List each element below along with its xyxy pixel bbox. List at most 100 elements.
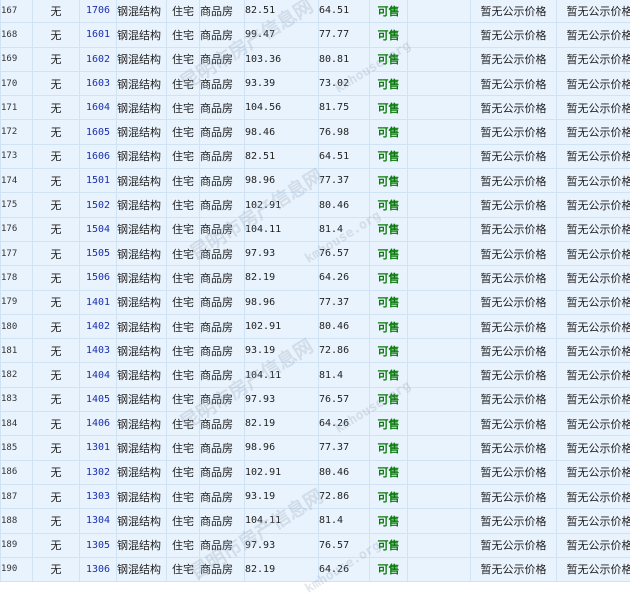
room-link[interactable]: 1502	[86, 200, 110, 211]
room-number-link[interactable]: 1501	[80, 169, 116, 193]
house-type-cell: 商品房	[200, 71, 244, 96]
attachment-cell: 无	[33, 266, 79, 290]
room-number-link[interactable]: 1305	[80, 533, 116, 557]
room-link[interactable]: 1306	[86, 564, 110, 575]
table-row: 185 无 1301 钢混结构 住宅 商品房 98.96 77.37 可售 暂无公示价格 暂无公示价…	[1, 436, 630, 460]
blank-cell	[408, 217, 470, 241]
room-link[interactable]: 1402	[86, 321, 110, 332]
room-number-link[interactable]: 1502	[80, 193, 116, 217]
room-link[interactable]: 1304	[86, 515, 110, 526]
row-number: 182	[1, 363, 32, 387]
floor-area-cell: 99.47	[245, 23, 318, 47]
row-number: 169	[1, 47, 32, 71]
room-link[interactable]: 1302	[86, 467, 110, 478]
room-number-link[interactable]: 1405	[80, 387, 116, 412]
usage-cell: 住宅	[167, 339, 199, 363]
blank-cell	[408, 557, 470, 582]
room-number-link[interactable]: 1601	[80, 23, 116, 47]
blank-cell	[408, 193, 470, 217]
room-link[interactable]: 1505	[86, 248, 110, 259]
room-link[interactable]: 1405	[86, 394, 110, 405]
sale-status-cell: 可售	[370, 241, 407, 266]
room-number-link[interactable]: 1604	[80, 96, 116, 120]
room-number-link[interactable]: 1302	[80, 460, 116, 484]
row-number: 188	[1, 509, 32, 533]
room-number-link[interactable]: 1706	[80, 0, 116, 23]
attachment-cell: 无	[33, 339, 79, 363]
room-link[interactable]: 1301	[86, 442, 110, 453]
attachment-cell: 无	[33, 96, 79, 120]
room-link[interactable]: 1401	[86, 297, 110, 308]
room-link[interactable]: 1506	[86, 272, 110, 283]
unit-price-cell: 暂无公示价格	[557, 484, 630, 509]
room-number-link[interactable]: 1401	[80, 290, 116, 314]
room-link[interactable]: 1606	[86, 151, 110, 162]
room-link[interactable]: 1403	[86, 345, 110, 356]
room-number-link[interactable]: 1301	[80, 436, 116, 460]
room-number-link[interactable]: 1303	[80, 484, 116, 509]
room-link[interactable]: 1605	[86, 127, 110, 138]
room-number-link[interactable]: 1505	[80, 241, 116, 266]
price-cell: 暂无公示价格	[471, 387, 556, 412]
room-number-link[interactable]: 1402	[80, 314, 116, 339]
price-cell: 暂无公示价格	[471, 290, 556, 314]
attachment-cell: 无	[33, 0, 79, 23]
room-number-link[interactable]: 1304	[80, 509, 116, 533]
attachment-cell: 无	[33, 412, 79, 436]
inner-area-cell: 77.37	[319, 169, 369, 193]
room-number-link[interactable]: 1606	[80, 144, 116, 169]
room-link[interactable]: 1404	[86, 370, 110, 381]
room-link[interactable]: 1706	[86, 5, 110, 16]
room-link[interactable]: 1601	[86, 29, 110, 40]
inner-area-cell: 80.81	[319, 47, 369, 71]
attachment-cell: 无	[33, 241, 79, 266]
room-link[interactable]: 1303	[86, 491, 110, 502]
room-number-link[interactable]: 1605	[80, 120, 116, 144]
room-link[interactable]: 1504	[86, 224, 110, 235]
room-number-link[interactable]: 1603	[80, 71, 116, 96]
attachment-cell: 无	[33, 144, 79, 169]
table-row: 184 无 1406 钢混结构 住宅 商品房 82.19 64.26 可售 暂无公示价格 暂无公示价…	[1, 412, 630, 436]
house-type-cell: 商品房	[200, 96, 244, 120]
usage-cell: 住宅	[167, 509, 199, 533]
room-number-link[interactable]: 1306	[80, 557, 116, 582]
inner-area-cell: 80.46	[319, 193, 369, 217]
attachment-cell: 无	[33, 436, 79, 460]
table-row: 189 无 1305 钢混结构 住宅 商品房 97.93 76.57 可售 暂无公示价格 暂无公示价…	[1, 533, 630, 557]
room-link[interactable]: 1305	[86, 540, 110, 551]
floor-area-cell: 98.96	[245, 290, 318, 314]
room-link[interactable]: 1604	[86, 102, 110, 113]
usage-cell: 住宅	[167, 193, 199, 217]
structure-cell: 钢混结构	[117, 169, 166, 193]
room-link[interactable]: 1602	[86, 54, 110, 65]
sale-status-cell: 可售	[370, 144, 407, 169]
floor-area-cell: 104.56	[245, 96, 318, 120]
price-cell: 暂无公示价格	[471, 484, 556, 509]
room-link[interactable]: 1501	[86, 175, 110, 186]
room-number-link[interactable]: 1602	[80, 47, 116, 71]
usage-cell: 住宅	[167, 363, 199, 387]
unit-price-cell: 暂无公示价格	[557, 217, 630, 241]
row-number: 177	[1, 241, 32, 266]
room-number-link[interactable]: 1506	[80, 266, 116, 290]
floor-area-cell: 98.46	[245, 120, 318, 144]
room-number-link[interactable]: 1504	[80, 217, 116, 241]
room-link[interactable]: 1406	[86, 418, 110, 429]
room-number-link[interactable]: 1403	[80, 339, 116, 363]
structure-cell: 钢混结构	[117, 217, 166, 241]
room-link[interactable]: 1603	[86, 78, 110, 89]
table-body: 167 无 1706 钢混结构 住宅 商品房 82.51 64.51 可售 暂无公示价格 暂无公示价…	[1, 0, 630, 582]
house-type-cell: 商品房	[200, 363, 244, 387]
table-row: 182 无 1404 钢混结构 住宅 商品房 104.11 81.4 可售 暂无公示价格 暂无公示价…	[1, 363, 630, 387]
house-type-cell: 商品房	[200, 217, 244, 241]
row-number: 172	[1, 120, 32, 144]
blank-cell	[408, 339, 470, 363]
inner-area-cell: 77.37	[319, 436, 369, 460]
blank-cell	[408, 509, 470, 533]
table-row: 186 无 1302 钢混结构 住宅 商品房 102.91 80.46 可售 暂无公示价格 暂无公示…	[1, 460, 630, 484]
table-row: 180 无 1402 钢混结构 住宅 商品房 102.91 80.46 可售 暂无公示价格 暂无公示…	[1, 314, 630, 339]
room-number-link[interactable]: 1404	[80, 363, 116, 387]
price-cell: 暂无公示价格	[471, 169, 556, 193]
table-row: 183 无 1405 钢混结构 住宅 商品房 97.93 76.57 可售 暂无公示价格 暂无公示价…	[1, 387, 630, 412]
room-number-link[interactable]: 1406	[80, 412, 116, 436]
